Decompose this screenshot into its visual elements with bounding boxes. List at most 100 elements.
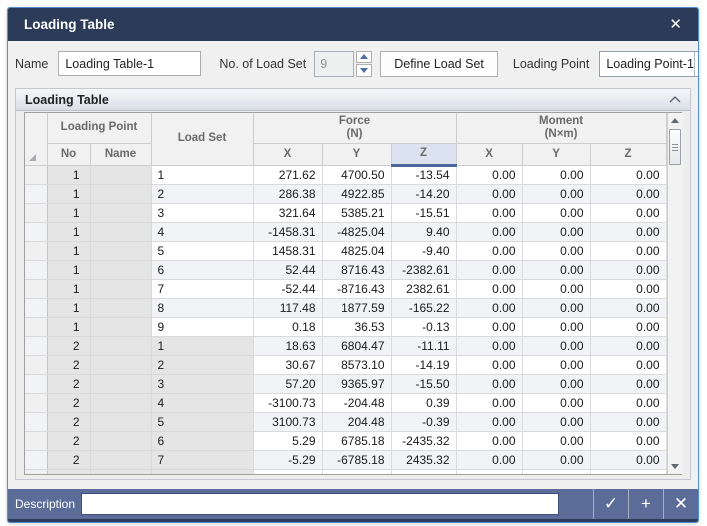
header-loading-point[interactable]: Loading Point bbox=[47, 113, 151, 143]
cell-force-y[interactable]: 6785.18 bbox=[322, 431, 391, 450]
description-input[interactable] bbox=[81, 493, 559, 515]
cell-force-y[interactable]: -204.48 bbox=[322, 393, 391, 412]
row-indicator[interactable] bbox=[25, 241, 47, 260]
cell-moment-x[interactable]: 0.00 bbox=[456, 203, 522, 222]
cell-moment-x[interactable]: 0.00 bbox=[456, 260, 522, 279]
cell-force-z[interactable]: -2435.32 bbox=[391, 431, 456, 450]
row-indicator[interactable] bbox=[25, 317, 47, 336]
cell-moment-z[interactable]: 0.00 bbox=[590, 184, 666, 203]
cell-force-z[interactable]: 9.40 bbox=[391, 222, 456, 241]
cell-force-y[interactable]: 4922.85 bbox=[322, 184, 391, 203]
cell-no[interactable]: 1 bbox=[47, 298, 90, 317]
cell-moment-x[interactable]: 0.00 bbox=[456, 336, 522, 355]
cell-force-x[interactable]: 0.18 bbox=[253, 317, 322, 336]
cell-moment-x[interactable]: 0.00 bbox=[456, 165, 522, 184]
cell-moment-z[interactable]: 0.00 bbox=[590, 431, 666, 450]
cell-no[interactable]: 1 bbox=[47, 203, 90, 222]
cell-force-x[interactable]: 286.38 bbox=[253, 184, 322, 203]
header-load-set[interactable]: Load Set bbox=[151, 113, 253, 165]
cell-force-z[interactable]: 0.39 bbox=[391, 393, 456, 412]
cell-no[interactable]: 1 bbox=[47, 222, 90, 241]
cell-force-x[interactable]: 52.44 bbox=[253, 260, 322, 279]
cell-load-set[interactable]: 8 bbox=[151, 298, 253, 317]
cell-force-z[interactable]: -15.50 bbox=[391, 374, 456, 393]
cell-load-set[interactable]: 1 bbox=[151, 165, 253, 184]
cell-moment-z[interactable]: 0.00 bbox=[590, 336, 666, 355]
cell-load-set[interactable]: 7 bbox=[151, 450, 253, 469]
header-moment-y[interactable]: Y bbox=[522, 143, 590, 165]
row-indicator[interactable] bbox=[25, 184, 47, 203]
row-indicator[interactable] bbox=[25, 450, 47, 469]
scroll-down-button[interactable] bbox=[668, 459, 683, 474]
cell-force-y[interactable]: 8716.43 bbox=[322, 260, 391, 279]
cell-force-x[interactable]: 321.64 bbox=[253, 203, 322, 222]
cell-moment-x[interactable]: 0.00 bbox=[456, 298, 522, 317]
cell-moment-z[interactable]: 0.00 bbox=[590, 317, 666, 336]
cell-no[interactable]: 2 bbox=[47, 374, 90, 393]
cell-load-set[interactable]: 6 bbox=[151, 260, 253, 279]
cell-moment-z[interactable]: 0.00 bbox=[590, 241, 666, 260]
cell-force-y[interactable]: 4700.50 bbox=[322, 165, 391, 184]
cell-force-z[interactable]: -9.40 bbox=[391, 241, 456, 260]
header-moment-x[interactable]: X bbox=[456, 143, 522, 165]
cell-moment-y[interactable]: 0.00 bbox=[522, 393, 590, 412]
cell-moment-y[interactable]: 0.00 bbox=[522, 165, 590, 184]
cell-moment-y[interactable]: 0.00 bbox=[522, 431, 590, 450]
cell-load-set[interactable]: 5 bbox=[151, 412, 253, 431]
cell-force-z[interactable]: 2435.32 bbox=[391, 450, 456, 469]
cell-moment-y[interactable]: 0.00 bbox=[522, 241, 590, 260]
cell-load-set[interactable]: 2 bbox=[151, 355, 253, 374]
spinner-up-button[interactable] bbox=[356, 51, 372, 64]
cell-force-y[interactable]: 4825.04 bbox=[322, 241, 391, 260]
row-indicator[interactable] bbox=[25, 412, 47, 431]
cell-moment-y[interactable]: 0.00 bbox=[522, 184, 590, 203]
cell-load-set[interactable]: 7 bbox=[151, 279, 253, 298]
cell-moment-z[interactable]: 0.00 bbox=[590, 165, 666, 184]
header-force-z[interactable]: Z bbox=[391, 143, 456, 165]
cell-load-set[interactable]: 4 bbox=[151, 393, 253, 412]
cell-moment-z[interactable]: 0.00 bbox=[590, 279, 666, 298]
cell-force-x[interactable]: -52.44 bbox=[253, 279, 322, 298]
cell-force-z[interactable]: -14.19 bbox=[391, 355, 456, 374]
cell-force-x[interactable]: 57.20 bbox=[253, 374, 322, 393]
cell-name[interactable] bbox=[90, 279, 151, 298]
cell-force-z[interactable]: -2382.61 bbox=[391, 260, 456, 279]
cell-name[interactable] bbox=[90, 203, 151, 222]
cell-moment-z[interactable]: 0.00 bbox=[590, 450, 666, 469]
row-indicator[interactable] bbox=[25, 298, 47, 317]
cell-no[interactable]: 1 bbox=[47, 279, 90, 298]
cell-moment-z[interactable]: 0.00 bbox=[590, 222, 666, 241]
cell-force-y[interactable]: 204.48 bbox=[322, 412, 391, 431]
cell-moment-x[interactable]: 0.00 bbox=[456, 317, 522, 336]
cancel-button[interactable]: ✕ bbox=[663, 489, 698, 519]
cell-moment-z[interactable]: 0.00 bbox=[590, 412, 666, 431]
chevron-down-icon[interactable] bbox=[694, 52, 698, 76]
cell-force-z[interactable]: -0.39 bbox=[391, 412, 456, 431]
cell-no[interactable]: 1 bbox=[47, 241, 90, 260]
cell-moment-x[interactable]: 0.00 bbox=[456, 374, 522, 393]
cell-force-y[interactable]: 36.53 bbox=[322, 317, 391, 336]
cell-load-set[interactable]: 5 bbox=[151, 241, 253, 260]
cell-moment-y[interactable]: 0.00 bbox=[522, 298, 590, 317]
cell-moment-z[interactable]: 0.00 bbox=[590, 203, 666, 222]
cell-name[interactable] bbox=[90, 412, 151, 431]
cell-force-x[interactable]: 5.29 bbox=[253, 431, 322, 450]
cell-force-z[interactable]: -0.13 bbox=[391, 317, 456, 336]
header-moment[interactable]: Moment (N×m) bbox=[456, 113, 666, 143]
cell-no[interactable]: 1 bbox=[47, 260, 90, 279]
cell-force-y[interactable]: 6804.47 bbox=[322, 336, 391, 355]
cell-name[interactable] bbox=[90, 336, 151, 355]
cell-no[interactable]: 2 bbox=[47, 431, 90, 450]
cell-moment-z[interactable]: 0.00 bbox=[590, 355, 666, 374]
cell-force-x[interactable]: 117.48 bbox=[253, 298, 322, 317]
scroll-thumb[interactable] bbox=[669, 129, 681, 165]
header-name[interactable]: Name bbox=[90, 143, 151, 165]
cell-force-y[interactable]: -8716.43 bbox=[322, 279, 391, 298]
cell-name[interactable] bbox=[90, 298, 151, 317]
cell-moment-y[interactable]: 0.00 bbox=[522, 355, 590, 374]
define-load-set-button[interactable]: Define Load Set bbox=[380, 51, 498, 77]
cell-moment-y[interactable]: 0.00 bbox=[522, 279, 590, 298]
cell-force-z[interactable]: 2382.61 bbox=[391, 279, 456, 298]
cell-force-z[interactable]: -165.22 bbox=[391, 298, 456, 317]
cell-name[interactable] bbox=[90, 241, 151, 260]
